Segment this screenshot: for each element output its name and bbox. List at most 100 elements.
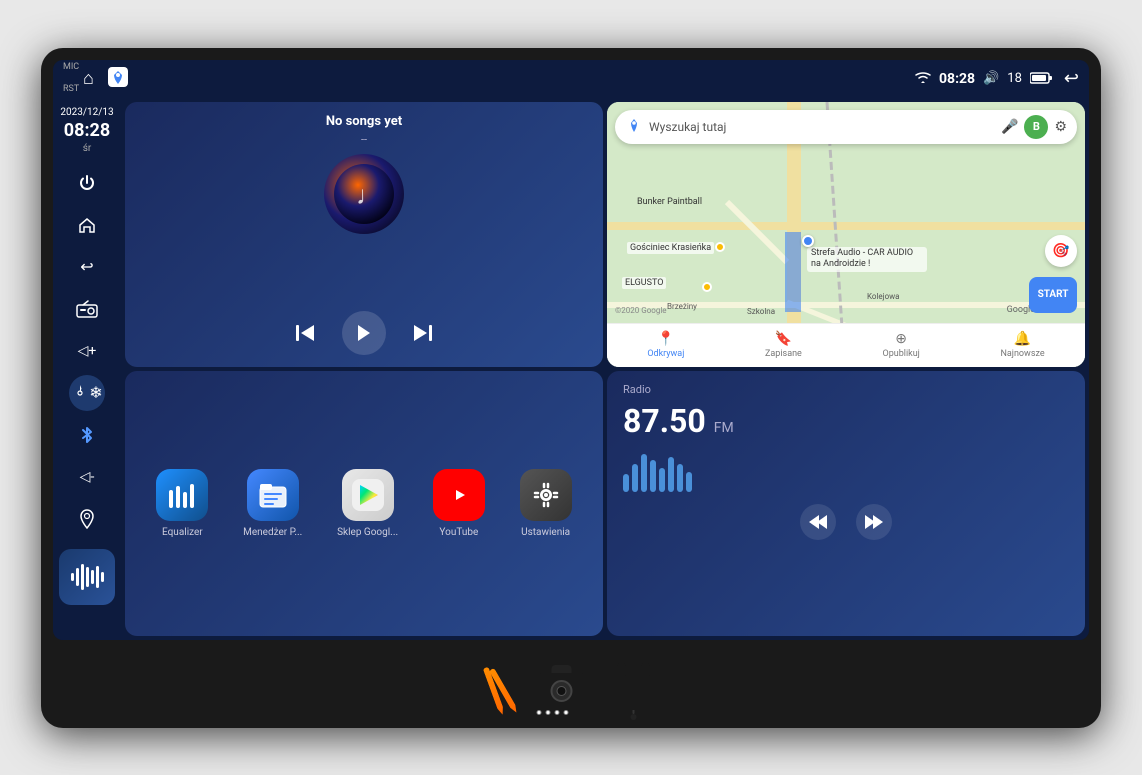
radio-frequency: 87.50: [623, 402, 706, 440]
headphones-accessory: [617, 662, 651, 720]
map-user-avatar[interactable]: B: [1024, 115, 1048, 139]
wifi-icon: [915, 70, 931, 88]
map-settings-icon[interactable]: ⚙: [1054, 119, 1067, 135]
soundwave-icon: [71, 561, 104, 593]
date-display: 2023/12/13 08:28 śr: [60, 106, 113, 155]
map-compass-button[interactable]: 🎯: [1045, 235, 1077, 267]
next-button[interactable]: [406, 317, 438, 349]
map-label-kolejowa: Kolejowa: [867, 292, 900, 301]
map-label-szkolna: Szkolna: [747, 307, 775, 316]
saved-label: Zapisane: [765, 349, 802, 359]
camera-icon: [537, 673, 587, 709]
filemanager-icon: [247, 469, 299, 521]
bar-2: [632, 464, 638, 492]
radio-visual: [623, 452, 1069, 492]
status-bar: MIC RST ⌂: [53, 60, 1089, 98]
poi-gosciniec: [715, 242, 725, 252]
map-mic-icon[interactable]: 🎤: [1001, 119, 1018, 135]
settings-button[interactable]: ❄: [69, 375, 105, 411]
publish-label: Opublikuj: [883, 349, 920, 359]
app-item-settings[interactable]: Ustawienia: [520, 469, 572, 538]
back-sidebar-button[interactable]: ↩: [69, 249, 105, 285]
music-widget: No songs yet --: [125, 102, 603, 367]
map-label-brzeziny: Brzeżiny: [667, 302, 697, 311]
app-item-youtube[interactable]: YouTube: [433, 469, 485, 538]
status-bar-right: 08:28 🔊 18 ↩: [915, 68, 1079, 89]
poi-main: [802, 235, 814, 247]
svg-text:♩: ♩: [356, 181, 382, 211]
music-subtitle: --: [137, 133, 591, 146]
radio-bars: [623, 452, 692, 492]
bar-6: [668, 457, 674, 492]
maps-logo-icon: [625, 116, 643, 138]
bar-4: [650, 460, 656, 492]
map-label-strefa: Strefa Audio - CAR AUDIO na Androidzie !: [807, 247, 927, 272]
soundwave-widget[interactable]: [59, 549, 115, 605]
music-title: No songs yet: [137, 114, 591, 129]
youtube-label: YouTube: [439, 527, 478, 538]
map-widget[interactable]: Bunker Paintball Gościniec Krasieńka ELG…: [607, 102, 1085, 367]
main-area: 2023/12/13 08:28 śr ↩: [53, 98, 1089, 640]
camera-accessory: [537, 673, 587, 709]
vol-down-button[interactable]: ◁-: [69, 459, 105, 495]
home-sidebar-button[interactable]: [69, 207, 105, 243]
playstore-icon: [342, 469, 394, 521]
apps-widget: Equalizer: [125, 371, 603, 636]
filemanager-label: Menedżer P...: [243, 527, 302, 538]
bar-1: [623, 474, 629, 492]
vol-up-button[interactable]: ◁+: [69, 333, 105, 369]
map-label-gosciniec: Gościniec Krasieńka: [627, 242, 714, 254]
app-item-playstore[interactable]: Sklep Googl...: [337, 469, 398, 538]
bar-3: [641, 454, 647, 492]
map-nav-discover[interactable]: 📍 Odkrywaj: [647, 331, 684, 359]
spudger-tool: [492, 664, 507, 718]
map-copyright: ©2020 Google: [615, 306, 667, 315]
bar-5: [659, 468, 665, 492]
map-label-elgusto: ELGUSTO: [622, 277, 666, 289]
left-sidebar: 2023/12/13 08:28 śr ↩: [53, 98, 121, 640]
prev-button[interactable]: [290, 317, 322, 349]
latest-label: Najnowsze: [1000, 349, 1044, 359]
play-button[interactable]: [342, 311, 386, 355]
radio-widget: Radio 87.50 FM: [607, 371, 1085, 636]
radio-prev-button[interactable]: [800, 504, 836, 540]
status-bar-left: MIC RST ⌂: [63, 67, 128, 91]
radio-button[interactable]: [69, 291, 105, 327]
headphones-icon: [617, 662, 651, 720]
discover-label: Odkrywaj: [647, 349, 684, 359]
radio-next-button[interactable]: [856, 504, 892, 540]
map-search-text: Wyszukaj tutaj: [649, 120, 995, 134]
volume-icon: 🔊: [983, 71, 999, 86]
volume-display: 18: [1007, 71, 1022, 86]
bar-8: [686, 472, 692, 492]
poi-elgusto: [702, 282, 712, 292]
map-search-bar[interactable]: Wyszukaj tutaj 🎤 B ⚙: [615, 110, 1077, 144]
radio-title: Radio: [623, 383, 1069, 396]
content-area: No songs yet --: [121, 98, 1089, 640]
app-item-equalizer[interactable]: Equalizer: [156, 469, 208, 538]
power-button[interactable]: [69, 165, 105, 201]
equalizer-label: Equalizer: [162, 527, 203, 538]
settings-app-label: Ustawienia: [521, 527, 570, 538]
map-nav-publish[interactable]: ⊕ Opublikuj: [883, 331, 920, 359]
maps-icon[interactable]: [108, 67, 128, 91]
equalizer-icon: [156, 469, 208, 521]
home-icon[interactable]: ⌂: [83, 68, 94, 89]
device: MIC RST ⌂: [41, 48, 1101, 728]
device-screen: MIC RST ⌂: [53, 60, 1089, 640]
bluetooth-button[interactable]: [69, 417, 105, 453]
location-button[interactable]: [69, 501, 105, 537]
app-item-filemanager[interactable]: Menedżer P...: [243, 469, 302, 538]
map-bottom-nav: 📍 Odkrywaj 🔖 Zapisane ⊕ Opublikuj 🔔: [607, 323, 1085, 367]
bar-7: [677, 464, 683, 492]
youtube-icon: [433, 469, 485, 521]
radio-band: FM: [714, 420, 734, 436]
time-display: 08:28: [939, 71, 975, 87]
saved-icon: 🔖: [775, 331, 792, 347]
map-nav-saved[interactable]: 🔖 Zapisane: [765, 331, 802, 359]
map-nav-latest[interactable]: 🔔 Najnowsze: [1000, 331, 1044, 359]
settings-app-icon: [520, 469, 572, 521]
back-button[interactable]: ↩: [1064, 68, 1079, 89]
music-album-art: ♩: [324, 154, 404, 234]
map-start-button[interactable]: START: [1029, 277, 1077, 313]
